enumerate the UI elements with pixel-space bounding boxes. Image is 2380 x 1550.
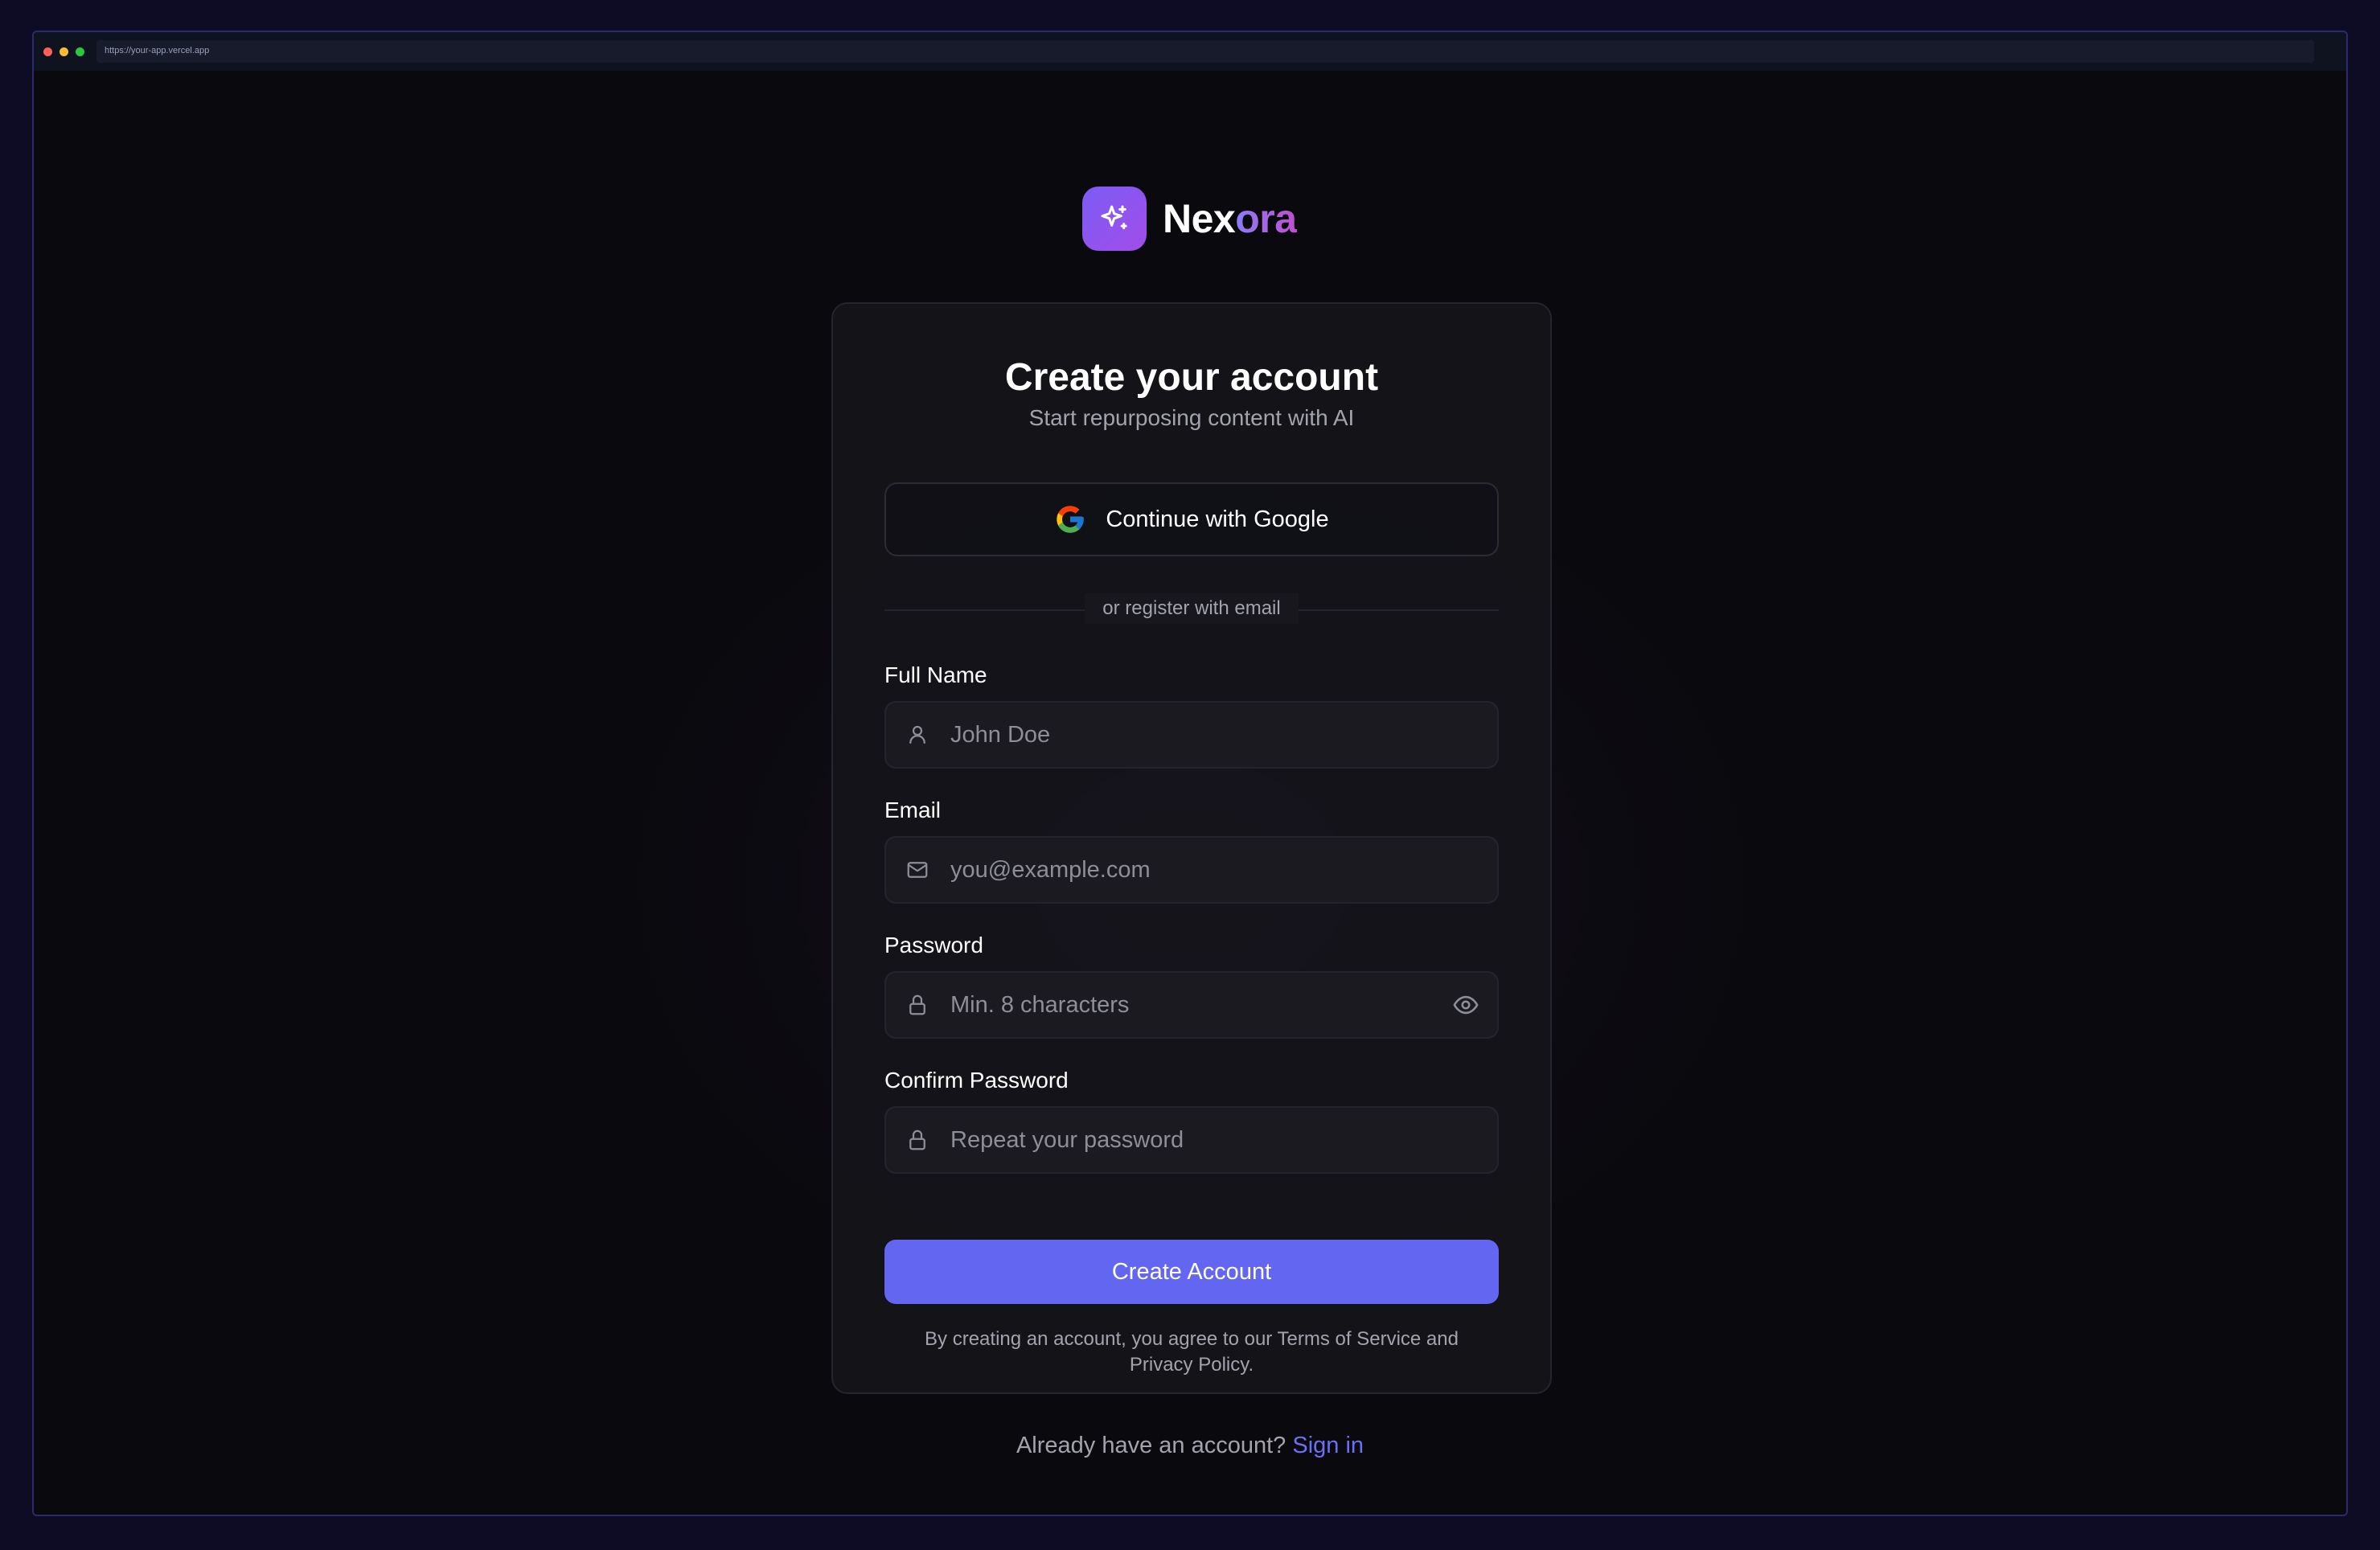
google-icon	[1057, 506, 1085, 533]
email-label: Email	[884, 798, 942, 822]
signin-prompt: Already have an account? Sign in	[34, 1433, 2346, 1459]
lock-icon	[905, 1128, 929, 1152]
mail-icon	[905, 858, 929, 882]
email-input[interactable]: you@example.com	[884, 836, 1499, 904]
browser-window: https://your-app.vercel.app Nexora Creat…	[32, 31, 2348, 1516]
full-name-input[interactable]: John Doe	[884, 701, 1499, 769]
browser-toolbar: https://your-app.vercel.app	[34, 32, 2346, 72]
divider: or register with email	[833, 593, 1550, 624]
confirm-password-label: Confirm Password	[884, 1068, 1069, 1093]
create-account-button[interactable]: Create Account	[884, 1240, 1499, 1304]
page-title: Create your account	[1004, 356, 1379, 399]
password-input[interactable]: Min. 8 characters	[884, 971, 1499, 1039]
brand-name-part2: ora	[1235, 196, 1297, 241]
page-viewport: Nexora Create your account Start repurpo…	[34, 71, 2346, 1515]
sparkles-icon	[1082, 187, 1147, 251]
divider-label: or register with email	[1085, 593, 1299, 624]
brand-name-part1: Nex	[1163, 196, 1236, 241]
email-placeholder: you@example.com	[950, 856, 1151, 883]
address-bar[interactable]: https://your-app.vercel.app	[96, 40, 2314, 63]
google-button-label: Continue with Google	[1106, 506, 1329, 532]
signin-prompt-text: Already have an account?	[1016, 1433, 1286, 1458]
brand-logo[interactable]: Nexora	[1082, 187, 1297, 251]
confirm-password-input[interactable]: Repeat your password	[884, 1106, 1499, 1174]
full-name-label: Full Name	[884, 662, 987, 687]
terms-notice: By creating an account, you agree to our…	[897, 1327, 1486, 1378]
brand-name: Nexora	[1163, 195, 1297, 242]
google-signin-button[interactable]: Continue with Google	[884, 482, 1499, 556]
minimize-window-dot[interactable]	[60, 47, 68, 56]
lock-icon	[905, 993, 929, 1017]
signup-card: Create your account Start repurposing co…	[831, 302, 1552, 1394]
password-placeholder: Min. 8 characters	[950, 991, 1130, 1018]
confirm-password-placeholder: Repeat your password	[950, 1126, 1184, 1153]
user-icon	[905, 723, 929, 747]
terms-line-2: Privacy Policy.	[1129, 1354, 1254, 1376]
terms-line-1: By creating an account, you agree to our…	[925, 1328, 1459, 1350]
eye-icon[interactable]	[1452, 991, 1479, 1019]
password-label: Password	[884, 933, 983, 957]
page-subtitle: Start repurposing content with AI	[1028, 405, 1355, 430]
close-window-dot[interactable]	[43, 47, 52, 56]
full-name-placeholder: John Doe	[950, 721, 1051, 748]
sign-in-link[interactable]: Sign in	[1292, 1433, 1364, 1458]
maximize-window-dot[interactable]	[76, 47, 84, 56]
